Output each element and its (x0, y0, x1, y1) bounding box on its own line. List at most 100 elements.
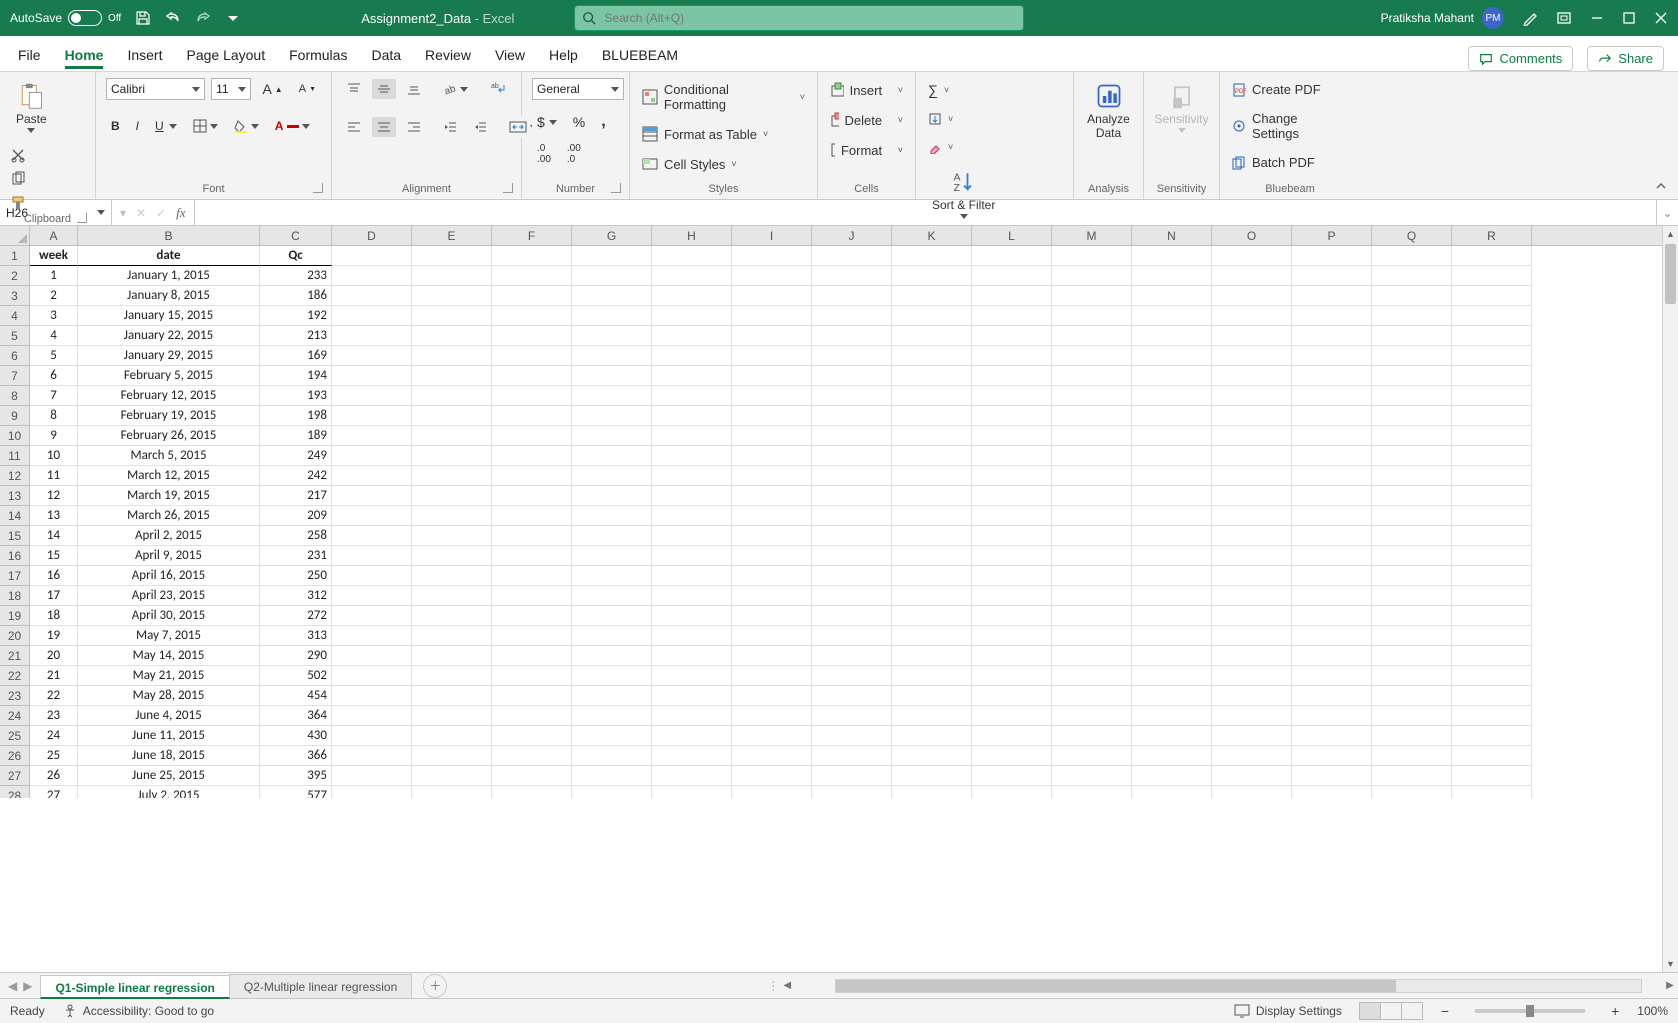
align-left-icon[interactable] (342, 117, 366, 137)
decrease-indent-icon[interactable] (438, 117, 462, 137)
cell-N16[interactable] (1132, 546, 1212, 566)
cell-L24[interactable] (972, 706, 1052, 726)
cell-C10[interactable]: 189 (260, 426, 332, 446)
cell-M27[interactable] (1052, 766, 1132, 786)
cell-L14[interactable] (972, 506, 1052, 526)
cell-I26[interactable] (732, 746, 812, 766)
cell-L21[interactable] (972, 646, 1052, 666)
cell-F9[interactable] (492, 406, 572, 426)
cell-L8[interactable] (972, 386, 1052, 406)
cell-C16[interactable]: 231 (260, 546, 332, 566)
cell-G13[interactable] (572, 486, 652, 506)
cell-G3[interactable] (572, 286, 652, 306)
cell-G10[interactable] (572, 426, 652, 446)
row-header[interactable]: 4 (0, 306, 30, 326)
fill-color-button[interactable] (229, 116, 264, 136)
cell-R21[interactable] (1452, 646, 1532, 666)
cell-Q22[interactable] (1372, 666, 1452, 686)
cell-R17[interactable] (1452, 566, 1532, 586)
cell-K15[interactable] (892, 526, 972, 546)
cell-Q26[interactable] (1372, 746, 1452, 766)
cell-K13[interactable] (892, 486, 972, 506)
cell-F1[interactable] (492, 246, 572, 266)
tab-formulas[interactable]: Formulas (289, 39, 347, 69)
cell-R24[interactable] (1452, 706, 1532, 726)
cell-D27[interactable] (332, 766, 412, 786)
cell-D22[interactable] (332, 666, 412, 686)
cell-I5[interactable] (732, 326, 812, 346)
cell-O1[interactable] (1212, 246, 1292, 266)
cell-M23[interactable] (1052, 686, 1132, 706)
cell-O6[interactable] (1212, 346, 1292, 366)
align-right-icon[interactable] (402, 117, 426, 137)
cell-J2[interactable] (812, 266, 892, 286)
cell-J20[interactable] (812, 626, 892, 646)
cell-N14[interactable] (1132, 506, 1212, 526)
cell-J13[interactable] (812, 486, 892, 506)
cell-A17[interactable]: 16 (30, 566, 78, 586)
cell-F16[interactable] (492, 546, 572, 566)
cell-H6[interactable] (652, 346, 732, 366)
cell-C17[interactable]: 250 (260, 566, 332, 586)
cell-K16[interactable] (892, 546, 972, 566)
cell-Q13[interactable] (1372, 486, 1452, 506)
cell-P5[interactable] (1292, 326, 1372, 346)
hscroll-right-icon[interactable]: ▶ (1662, 980, 1678, 991)
format-cells-button[interactable]: Format ˅ (828, 140, 905, 160)
cell-G15[interactable] (572, 526, 652, 546)
number-format-select[interactable]: General (532, 78, 624, 100)
column-header-J[interactable]: J (812, 226, 892, 245)
cell-F19[interactable] (492, 606, 572, 626)
cell-E20[interactable] (412, 626, 492, 646)
cell-D9[interactable] (332, 406, 412, 426)
cell-H27[interactable] (652, 766, 732, 786)
cell-N28[interactable] (1132, 786, 1212, 798)
cell-I17[interactable] (732, 566, 812, 586)
cell-G9[interactable] (572, 406, 652, 426)
cell-J3[interactable] (812, 286, 892, 306)
cell-O18[interactable] (1212, 586, 1292, 606)
cell-J12[interactable] (812, 466, 892, 486)
autosum-button[interactable]: ∑˅ (926, 80, 955, 100)
cell-R20[interactable] (1452, 626, 1532, 646)
cell-L28[interactable] (972, 786, 1052, 798)
cell-B15[interactable]: April 2, 2015 (78, 526, 260, 546)
cell-P27[interactable] (1292, 766, 1372, 786)
orientation-icon[interactable]: ab (438, 79, 473, 99)
cell-B17[interactable]: April 16, 2015 (78, 566, 260, 586)
cell-E23[interactable] (412, 686, 492, 706)
cell-D23[interactable] (332, 686, 412, 706)
cell-O21[interactable] (1212, 646, 1292, 666)
cell-R9[interactable] (1452, 406, 1532, 426)
cell-Q23[interactable] (1372, 686, 1452, 706)
launcher-icon[interactable] (77, 213, 87, 223)
cell-J16[interactable] (812, 546, 892, 566)
cell-A11[interactable]: 10 (30, 446, 78, 466)
cell-J17[interactable] (812, 566, 892, 586)
cell-G16[interactable] (572, 546, 652, 566)
cell-H16[interactable] (652, 546, 732, 566)
cell-D18[interactable] (332, 586, 412, 606)
fill-button[interactable]: ˅ (926, 110, 955, 128)
cell-O17[interactable] (1212, 566, 1292, 586)
cell-A16[interactable]: 15 (30, 546, 78, 566)
cell-K6[interactable] (892, 346, 972, 366)
cell-B4[interactable]: January 15, 2015 (78, 306, 260, 326)
row-header[interactable]: 20 (0, 626, 30, 646)
cell-G6[interactable] (572, 346, 652, 366)
cell-P4[interactable] (1292, 306, 1372, 326)
cell-F23[interactable] (492, 686, 572, 706)
cell-P7[interactable] (1292, 366, 1372, 386)
cell-Q7[interactable] (1372, 366, 1452, 386)
cell-D2[interactable] (332, 266, 412, 286)
cell-I10[interactable] (732, 426, 812, 446)
display-settings-button[interactable]: Display Settings (1234, 1004, 1342, 1018)
cell-D10[interactable] (332, 426, 412, 446)
cell-E25[interactable] (412, 726, 492, 746)
add-sheet-button[interactable]: ＋ (423, 974, 447, 998)
cell-R27[interactable] (1452, 766, 1532, 786)
cell-M15[interactable] (1052, 526, 1132, 546)
cell-B21[interactable]: May 14, 2015 (78, 646, 260, 666)
ribbon-mode-icon[interactable] (1556, 10, 1572, 26)
cell-H25[interactable] (652, 726, 732, 746)
